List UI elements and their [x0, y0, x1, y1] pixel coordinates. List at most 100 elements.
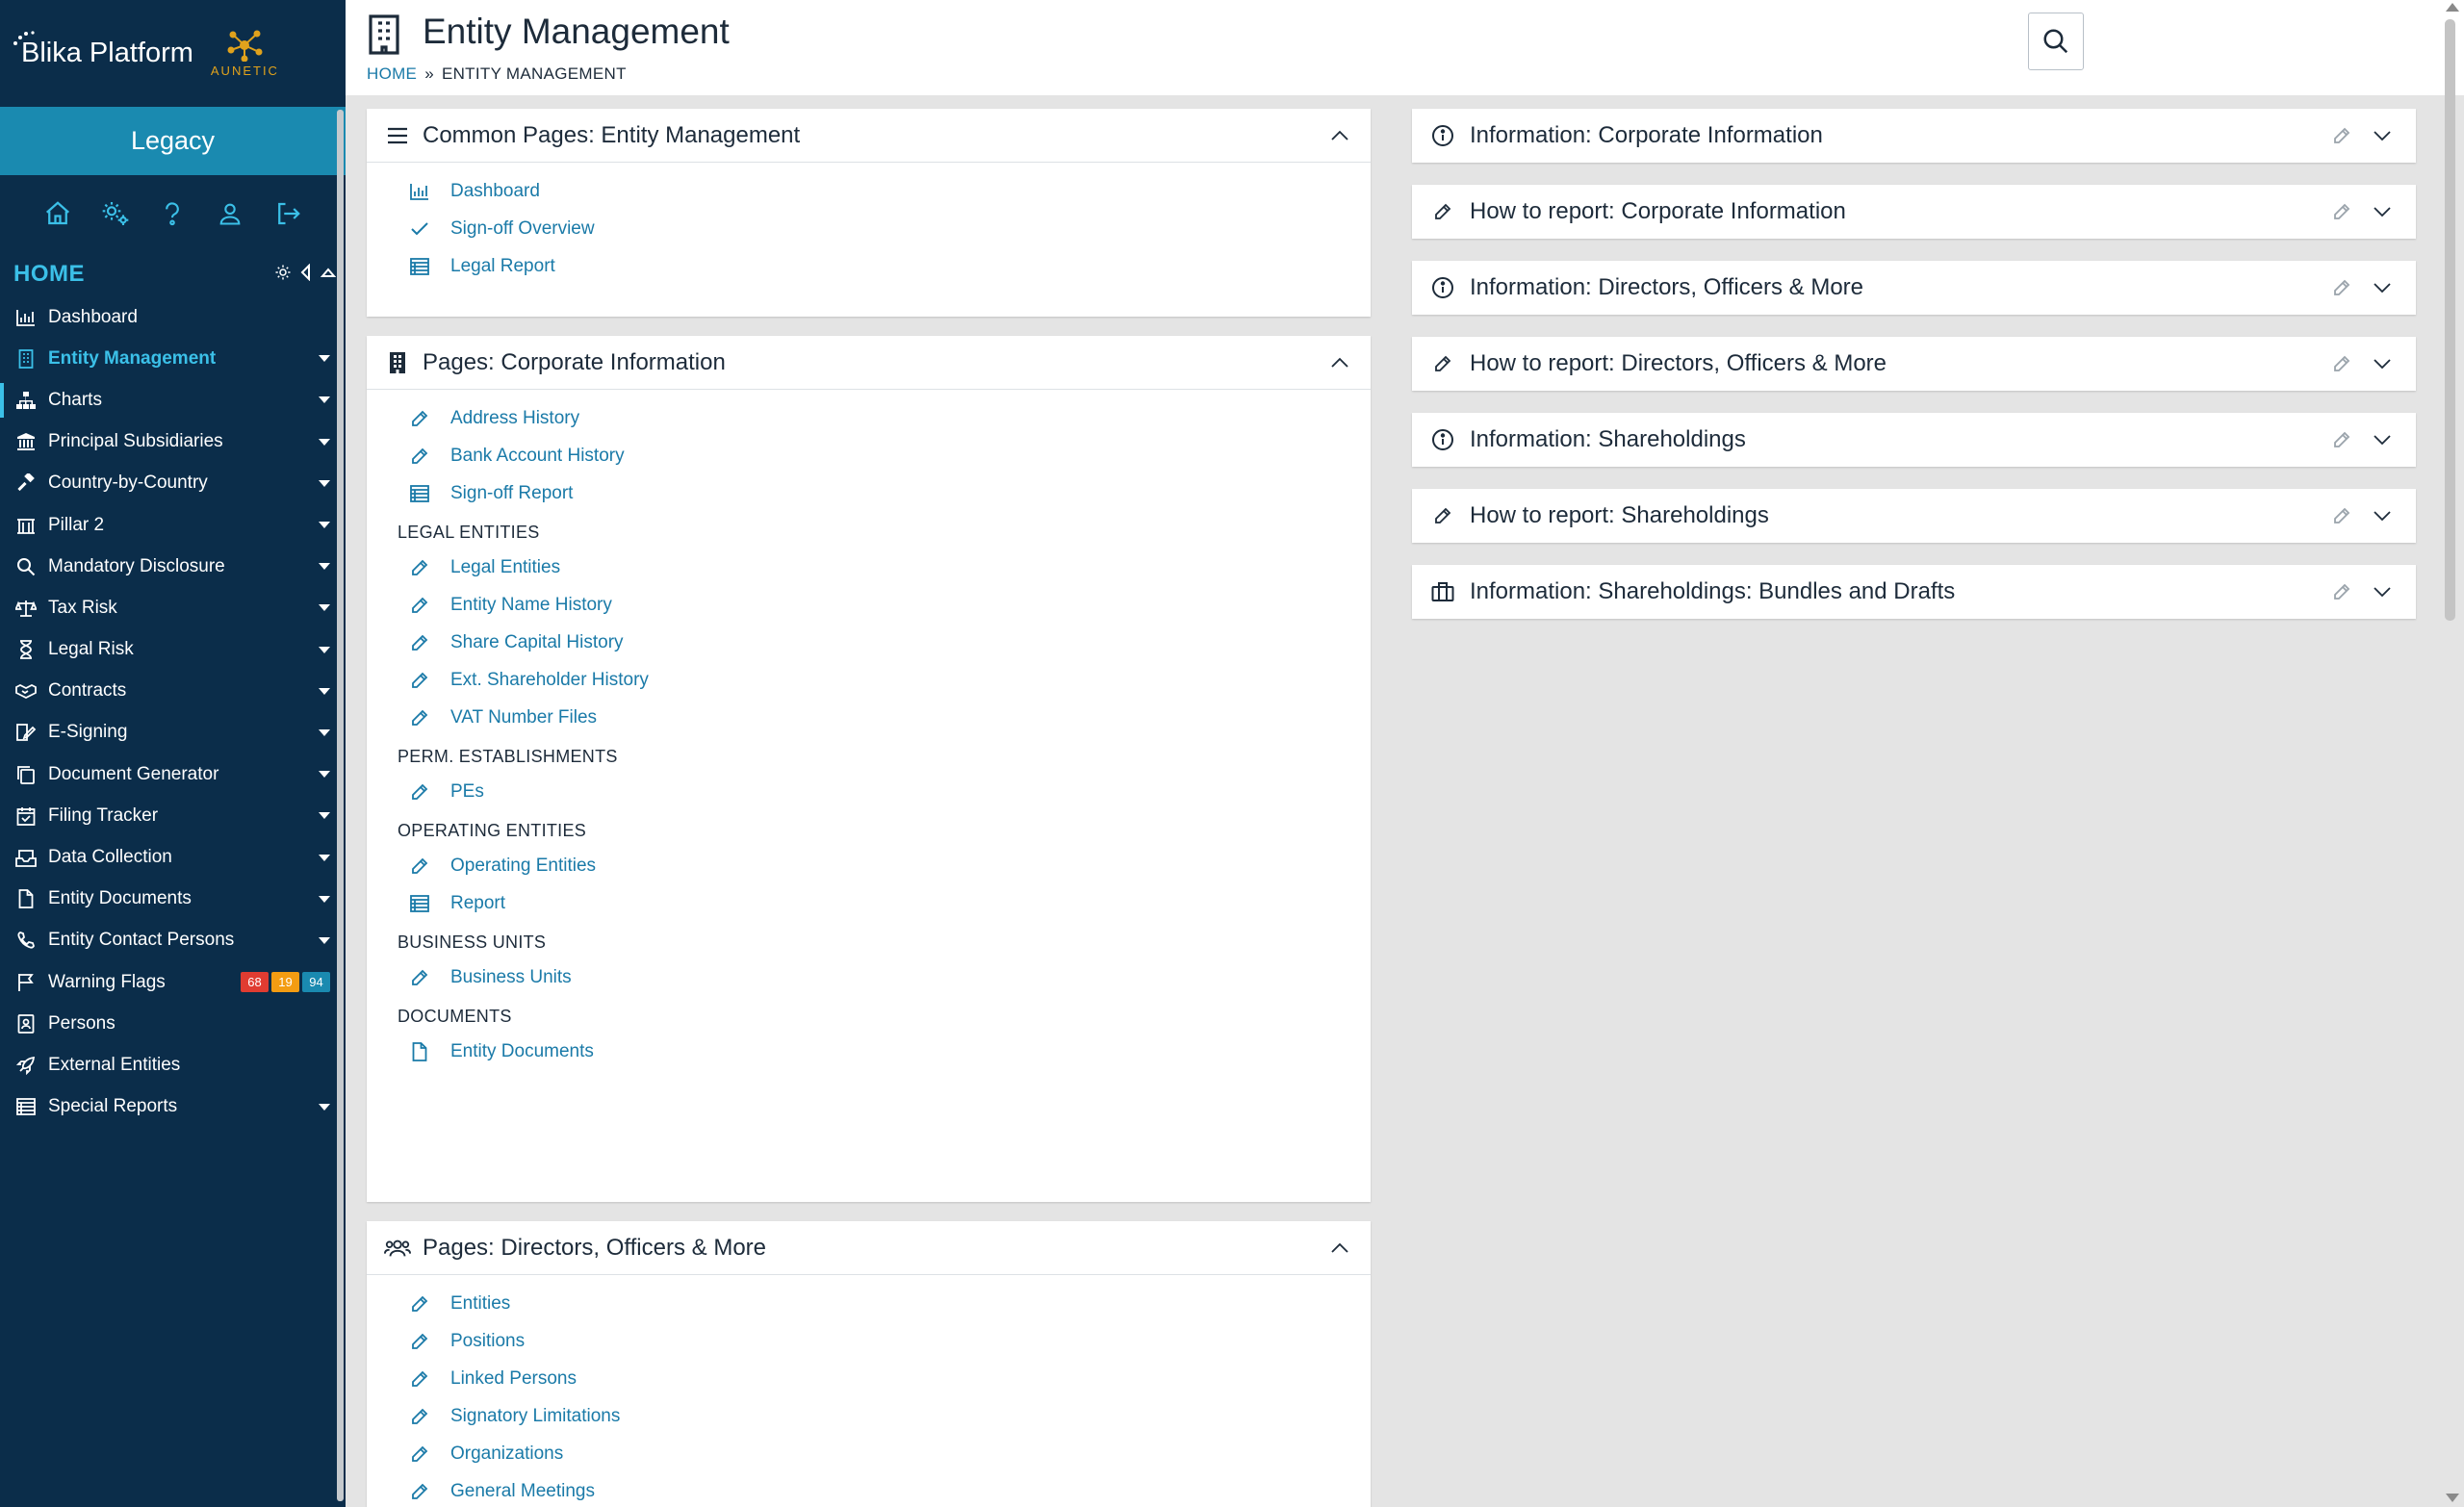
chevron-up-icon[interactable]	[1326, 1235, 1353, 1262]
caret-down-icon[interactable]	[319, 728, 330, 736]
logout-icon[interactable]	[269, 194, 307, 233]
edit-pencil-icon[interactable]	[2329, 579, 2354, 604]
sidebar-item-e-signing[interactable]: E-Signing	[0, 712, 346, 754]
sidebar-item-mandatory-disclosure[interactable]: Mandatory Disclosure	[0, 546, 346, 587]
edit-pencil-icon[interactable]	[2329, 427, 2354, 452]
sidebar-scrollbar[interactable]	[337, 110, 344, 1501]
chevron-up-icon[interactable]	[1326, 349, 1353, 376]
sidebar-item-filing-tracker[interactable]: Filing Tracker	[0, 795, 346, 836]
sidebar-item-principal-subsidiaries[interactable]: Principal Subsidiaries	[0, 421, 346, 463]
user-icon[interactable]	[211, 194, 249, 233]
home-icon[interactable]	[38, 194, 77, 233]
sidebar-item-data-collection[interactable]: Data Collection	[0, 836, 346, 878]
panel-header[interactable]: Common Pages: Entity Management	[367, 109, 1371, 163]
scroll-down-arrow[interactable]	[2446, 1494, 2459, 1502]
page-link[interactable]: Bank Account History	[409, 437, 1371, 474]
page-link[interactable]: Address History	[409, 399, 1371, 437]
page-link[interactable]: Sign-off Overview	[409, 210, 1371, 247]
environment-bar[interactable]: Legacy	[0, 107, 346, 175]
sidebar-item-entity-management[interactable]: Entity Management	[0, 338, 346, 379]
accordion-item[interactable]: Information: Shareholdings	[1412, 413, 2416, 467]
page-link[interactable]: Entity Documents	[409, 1033, 1371, 1070]
settings-icon[interactable]	[96, 194, 135, 233]
edit-pencil-icon[interactable]	[2329, 351, 2354, 376]
home-label[interactable]: HOME	[13, 261, 274, 288]
sidebar-item-charts[interactable]: Charts	[0, 379, 346, 421]
page-link[interactable]: Ext. Shareholder History	[409, 661, 1371, 699]
caret-down-icon[interactable]	[319, 396, 330, 404]
accordion-item[interactable]: Information: Corporate Information	[1412, 109, 2416, 163]
panel-header[interactable]: Pages: Directors, Officers & More	[367, 1221, 1371, 1275]
sidebar-item-entity-documents[interactable]: Entity Documents	[0, 879, 346, 920]
page-link[interactable]: Operating Entities	[409, 847, 1371, 884]
main-scrollbar-thumb[interactable]	[2445, 19, 2455, 621]
accordion-item[interactable]: How to report: Corporate Information	[1412, 185, 2416, 239]
chevron-down-icon[interactable]	[2370, 503, 2395, 528]
search-button[interactable]	[2028, 13, 2084, 70]
help-icon[interactable]	[153, 194, 192, 233]
page-link[interactable]: Business Units	[409, 958, 1371, 996]
edit-pencil-icon[interactable]	[2329, 503, 2354, 528]
caret-down-icon[interactable]	[319, 771, 330, 779]
caret-down-icon[interactable]	[319, 895, 330, 903]
page-link[interactable]: Signatory Limitations	[409, 1397, 1371, 1435]
caret-down-icon[interactable]	[319, 936, 330, 944]
caret-down-icon[interactable]	[319, 355, 330, 363]
page-link[interactable]: PEs	[409, 773, 1371, 810]
accordion-item[interactable]: Information: Shareholdings: Bundles and …	[1412, 565, 2416, 619]
chevron-down-icon[interactable]	[2370, 199, 2395, 224]
page-link[interactable]: Organizations	[409, 1435, 1371, 1472]
caret-down-icon[interactable]	[319, 646, 330, 653]
edit-pencil-icon[interactable]	[2329, 199, 2354, 224]
caret-down-icon[interactable]	[319, 438, 330, 446]
caret-down-icon[interactable]	[319, 604, 330, 612]
sidebar-item-document-generator[interactable]: Document Generator	[0, 754, 346, 795]
sidebar-item-persons[interactable]: Persons	[0, 1003, 346, 1044]
accordion-item[interactable]: How to report: Directors, Officers & Mor…	[1412, 337, 2416, 391]
caret-down-icon[interactable]	[319, 1103, 330, 1111]
chevron-down-icon[interactable]	[2370, 579, 2395, 604]
page-link[interactable]: General Meetings	[409, 1472, 1371, 1507]
sidebar-item-special-reports[interactable]: Special Reports	[0, 1086, 346, 1128]
collapse-left-icon[interactable]	[299, 263, 313, 286]
edit-pencil-icon[interactable]	[2329, 123, 2354, 148]
page-link[interactable]: Legal Entities	[409, 549, 1371, 586]
caret-down-icon[interactable]	[319, 854, 330, 861]
caret-down-icon[interactable]	[319, 812, 330, 820]
page-link[interactable]: Report	[409, 884, 1371, 922]
sidebar-item-tax-risk[interactable]: Tax Risk	[0, 587, 346, 628]
sidebar-item-warning-flags[interactable]: Warning Flags 68 19 94	[0, 961, 346, 1003]
page-link[interactable]: Entities	[409, 1285, 1371, 1322]
chevron-down-icon[interactable]	[2370, 351, 2395, 376]
chevron-down-icon[interactable]	[2370, 427, 2395, 452]
panel-header[interactable]: Pages: Corporate Information	[367, 336, 1371, 390]
page-link[interactable]: Entity Name History	[409, 586, 1371, 624]
chevron-down-icon[interactable]	[2370, 123, 2395, 148]
caret-down-icon[interactable]	[319, 479, 330, 487]
chevron-up-icon[interactable]	[1326, 122, 1353, 149]
sidebar-item-entity-contact-persons[interactable]: Entity Contact Persons	[0, 920, 346, 961]
scroll-up-arrow[interactable]	[2446, 3, 2459, 12]
breadcrumb-home[interactable]: HOME	[367, 64, 417, 83]
page-link[interactable]: Share Capital History	[409, 624, 1371, 661]
chevron-up-icon[interactable]	[320, 266, 337, 284]
page-link[interactable]: Positions	[409, 1322, 1371, 1360]
blika-logo[interactable]: Blika Platform	[13, 31, 193, 69]
page-link[interactable]: Dashboard	[409, 172, 1371, 210]
caret-down-icon[interactable]	[319, 687, 330, 695]
caret-down-icon[interactable]	[319, 522, 330, 529]
page-link[interactable]: VAT Number Files	[409, 699, 1371, 736]
sidebar-item-legal-risk[interactable]: Legal Risk	[0, 629, 346, 671]
accordion-item[interactable]: How to report: Shareholdings	[1412, 489, 2416, 543]
edit-pencil-icon[interactable]	[2329, 275, 2354, 300]
sidebar-item-pillar-2[interactable]: Pillar 2	[0, 504, 346, 546]
sidebar-item-contracts[interactable]: Contracts	[0, 671, 346, 712]
chevron-down-icon[interactable]	[2370, 275, 2395, 300]
page-link[interactable]: Sign-off Report	[409, 474, 1371, 512]
menu-settings-icon[interactable]	[274, 264, 292, 286]
sidebar-item-external-entities[interactable]: External Entities	[0, 1044, 346, 1086]
page-link[interactable]: Linked Persons	[409, 1360, 1371, 1397]
caret-down-icon[interactable]	[319, 563, 330, 571]
page-link[interactable]: Legal Report	[409, 247, 1371, 285]
sidebar-item-dashboard[interactable]: Dashboard	[0, 296, 346, 338]
